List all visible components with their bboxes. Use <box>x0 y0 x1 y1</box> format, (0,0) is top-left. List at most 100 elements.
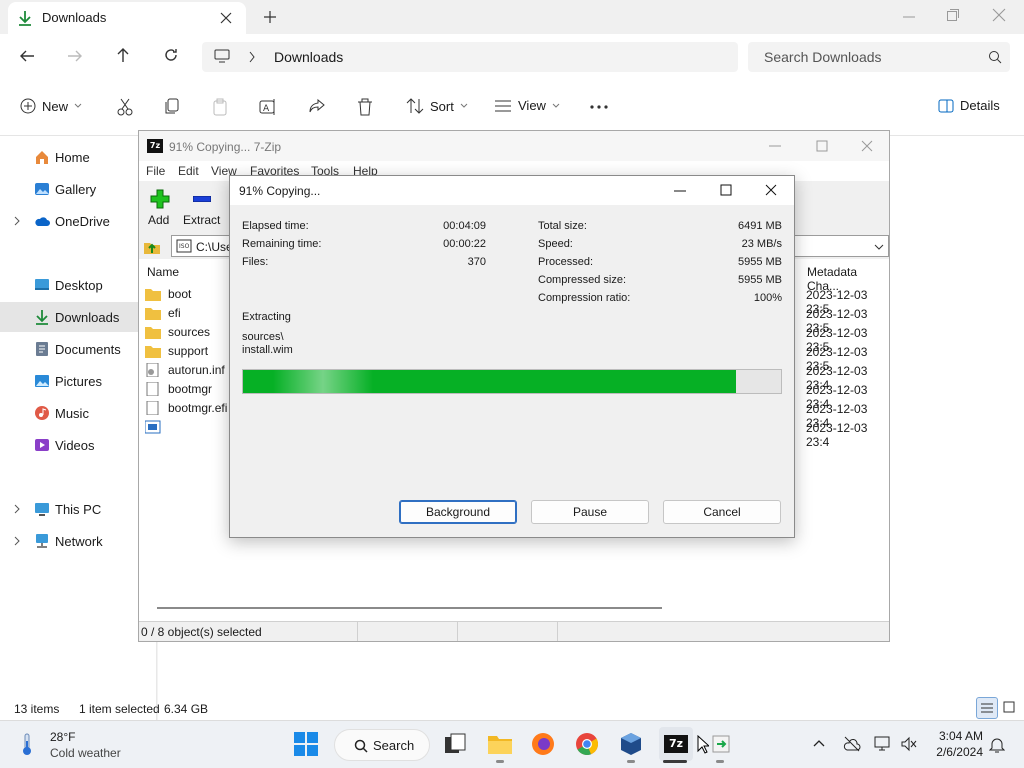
file-icon <box>146 400 159 415</box>
add-button[interactable]: Add <box>145 185 175 229</box>
sevenzip-logo-icon: 7z <box>147 139 163 153</box>
nav-item-downloads[interactable]: Downloads <box>0 302 157 332</box>
search-input[interactable]: Search Downloads <box>748 42 1010 72</box>
minimize-icon[interactable] <box>674 190 686 192</box>
windows-start-icon[interactable] <box>293 731 319 757</box>
file-row-autorun[interactable]: autorun.inf <box>145 360 225 379</box>
view-button[interactable]: View <box>494 98 560 113</box>
background-button[interactable]: Background <box>399 500 517 524</box>
minimize-icon[interactable] <box>769 145 781 147</box>
chevron-down-icon[interactable] <box>874 244 884 250</box>
close-window-icon[interactable] <box>765 184 777 196</box>
weather-temp: 28°F <box>50 730 76 744</box>
nav-item-videos[interactable]: Videos <box>0 430 157 460</box>
breadcrumb-downloads[interactable]: Downloads <box>274 49 343 65</box>
file-row-bootmgr[interactable]: bootmgr <box>145 379 212 398</box>
close-window-icon[interactable] <box>861 140 873 152</box>
progress-titlebar[interactable]: 91% Copying... <box>230 176 794 205</box>
extract-button[interactable]: Extract <box>181 185 223 229</box>
cancel-button[interactable]: Cancel <box>663 500 781 524</box>
forward-icon[interactable] <box>67 48 83 64</box>
sevenzip-titlebar[interactable]: 7z 91% Copying... 7-Zip <box>139 131 889 161</box>
delete-icon[interactable] <box>357 98 373 116</box>
onedrive-offline-icon[interactable] <box>843 736 861 752</box>
nav-item-gallery[interactable]: Gallery <box>0 174 157 204</box>
file-row-support[interactable]: support <box>145 341 208 360</box>
details-view-toggle[interactable] <box>976 697 998 719</box>
menu-edit[interactable]: Edit <box>178 164 199 178</box>
details-button[interactable]: Details <box>938 98 1000 113</box>
file-row-efi[interactable]: efi <box>145 303 181 322</box>
file-row-sources[interactable]: sources <box>145 322 210 341</box>
expand-chevron-icon[interactable] <box>13 536 21 546</box>
close-window-icon[interactable] <box>992 8 1006 22</box>
expand-chevron-icon[interactable] <box>13 216 21 226</box>
nav-item-onedrive[interactable]: OneDrive <box>0 206 157 236</box>
running-indicator <box>496 760 504 763</box>
refresh-icon[interactable] <box>163 47 179 63</box>
running-indicator <box>716 760 724 763</box>
clock-date[interactable]: 2/6/2024 <box>928 745 983 759</box>
cut-icon[interactable] <box>117 98 133 116</box>
setup-app-icon[interactable] <box>708 731 734 757</box>
file-name: boot <box>168 286 192 301</box>
notification-bell-icon[interactable] <box>989 736 1005 754</box>
nav-item-desktop[interactable]: Desktop <box>0 270 157 300</box>
volume-muted-icon[interactable] <box>900 736 918 752</box>
nav-item-home[interactable]: Home <box>0 142 157 172</box>
column-header-name[interactable]: Name <box>147 265 179 279</box>
file-row-bootmgr-efi[interactable]: bootmgr.efi <box>145 398 227 417</box>
elapsed-time-label: Elapsed time: <box>242 220 309 232</box>
close-tab-icon[interactable] <box>220 12 232 24</box>
sevenzip-taskbar-button[interactable]: 7z <box>659 727 693 761</box>
progress-glow <box>273 370 373 393</box>
network-status-icon[interactable] <box>874 735 892 753</box>
file-row-boot[interactable]: boot <box>145 284 191 303</box>
share-icon[interactable] <box>308 98 326 116</box>
tab-downloads[interactable]: Downloads <box>8 2 246 34</box>
clock-time[interactable]: 3:04 AM <box>933 729 983 743</box>
nav-item-network[interactable]: Network <box>0 526 157 556</box>
progress-bar <box>242 369 782 394</box>
more-options-icon[interactable] <box>590 105 608 109</box>
nav-item-documents[interactable]: Documents <box>0 334 157 364</box>
minimize-icon[interactable] <box>902 10 916 24</box>
tiles-view-icon[interactable] <box>1003 701 1015 713</box>
breadcrumb[interactable]: Downloads <box>202 42 738 72</box>
restore-icon[interactable] <box>946 8 960 22</box>
firefox-icon[interactable] <box>530 731 556 757</box>
progress-title: 91% Copying... <box>239 184 321 198</box>
maximize-icon[interactable] <box>720 184 732 196</box>
item-count: 13 items <box>14 702 60 716</box>
up-icon[interactable] <box>115 47 131 63</box>
chevron-up-icon[interactable] <box>813 739 825 747</box>
paste-icon[interactable] <box>212 98 228 116</box>
taskbar-search[interactable]: Search <box>334 729 430 761</box>
sort-button[interactable]: Sort <box>406 98 468 114</box>
rename-icon[interactable]: A <box>259 98 277 116</box>
new-tab-icon[interactable] <box>263 10 277 24</box>
scrollbar-thumb[interactable] <box>157 607 662 609</box>
pause-button[interactable]: Pause <box>531 500 649 524</box>
copy-icon[interactable] <box>164 98 180 116</box>
search-icon <box>989 51 1002 64</box>
horizontal-scrollbar[interactable] <box>139 601 889 621</box>
folder-up-icon[interactable] <box>143 237 161 255</box>
view-label: View <box>518 98 546 113</box>
task-view-icon[interactable] <box>442 731 468 757</box>
files-label: Files: <box>242 256 269 268</box>
menu-file[interactable]: File <box>146 164 165 178</box>
expand-chevron-icon[interactable] <box>13 504 21 514</box>
path-text: C:\Use <box>196 240 233 254</box>
file-row-setup[interactable] <box>145 417 168 436</box>
nav-item-this-pc[interactable]: This PC <box>0 494 157 524</box>
weather-widget[interactable]: 28°F Cold weather <box>14 729 134 763</box>
virtualbox-icon[interactable] <box>618 731 644 757</box>
nav-item-pictures[interactable]: Pictures <box>0 366 157 396</box>
file-explorer-icon[interactable] <box>487 731 513 757</box>
new-button[interactable]: New <box>20 98 82 114</box>
back-icon[interactable] <box>19 48 35 64</box>
nav-item-music[interactable]: Music <box>0 398 157 428</box>
maximize-icon[interactable] <box>816 140 828 152</box>
chrome-icon[interactable] <box>574 731 600 757</box>
